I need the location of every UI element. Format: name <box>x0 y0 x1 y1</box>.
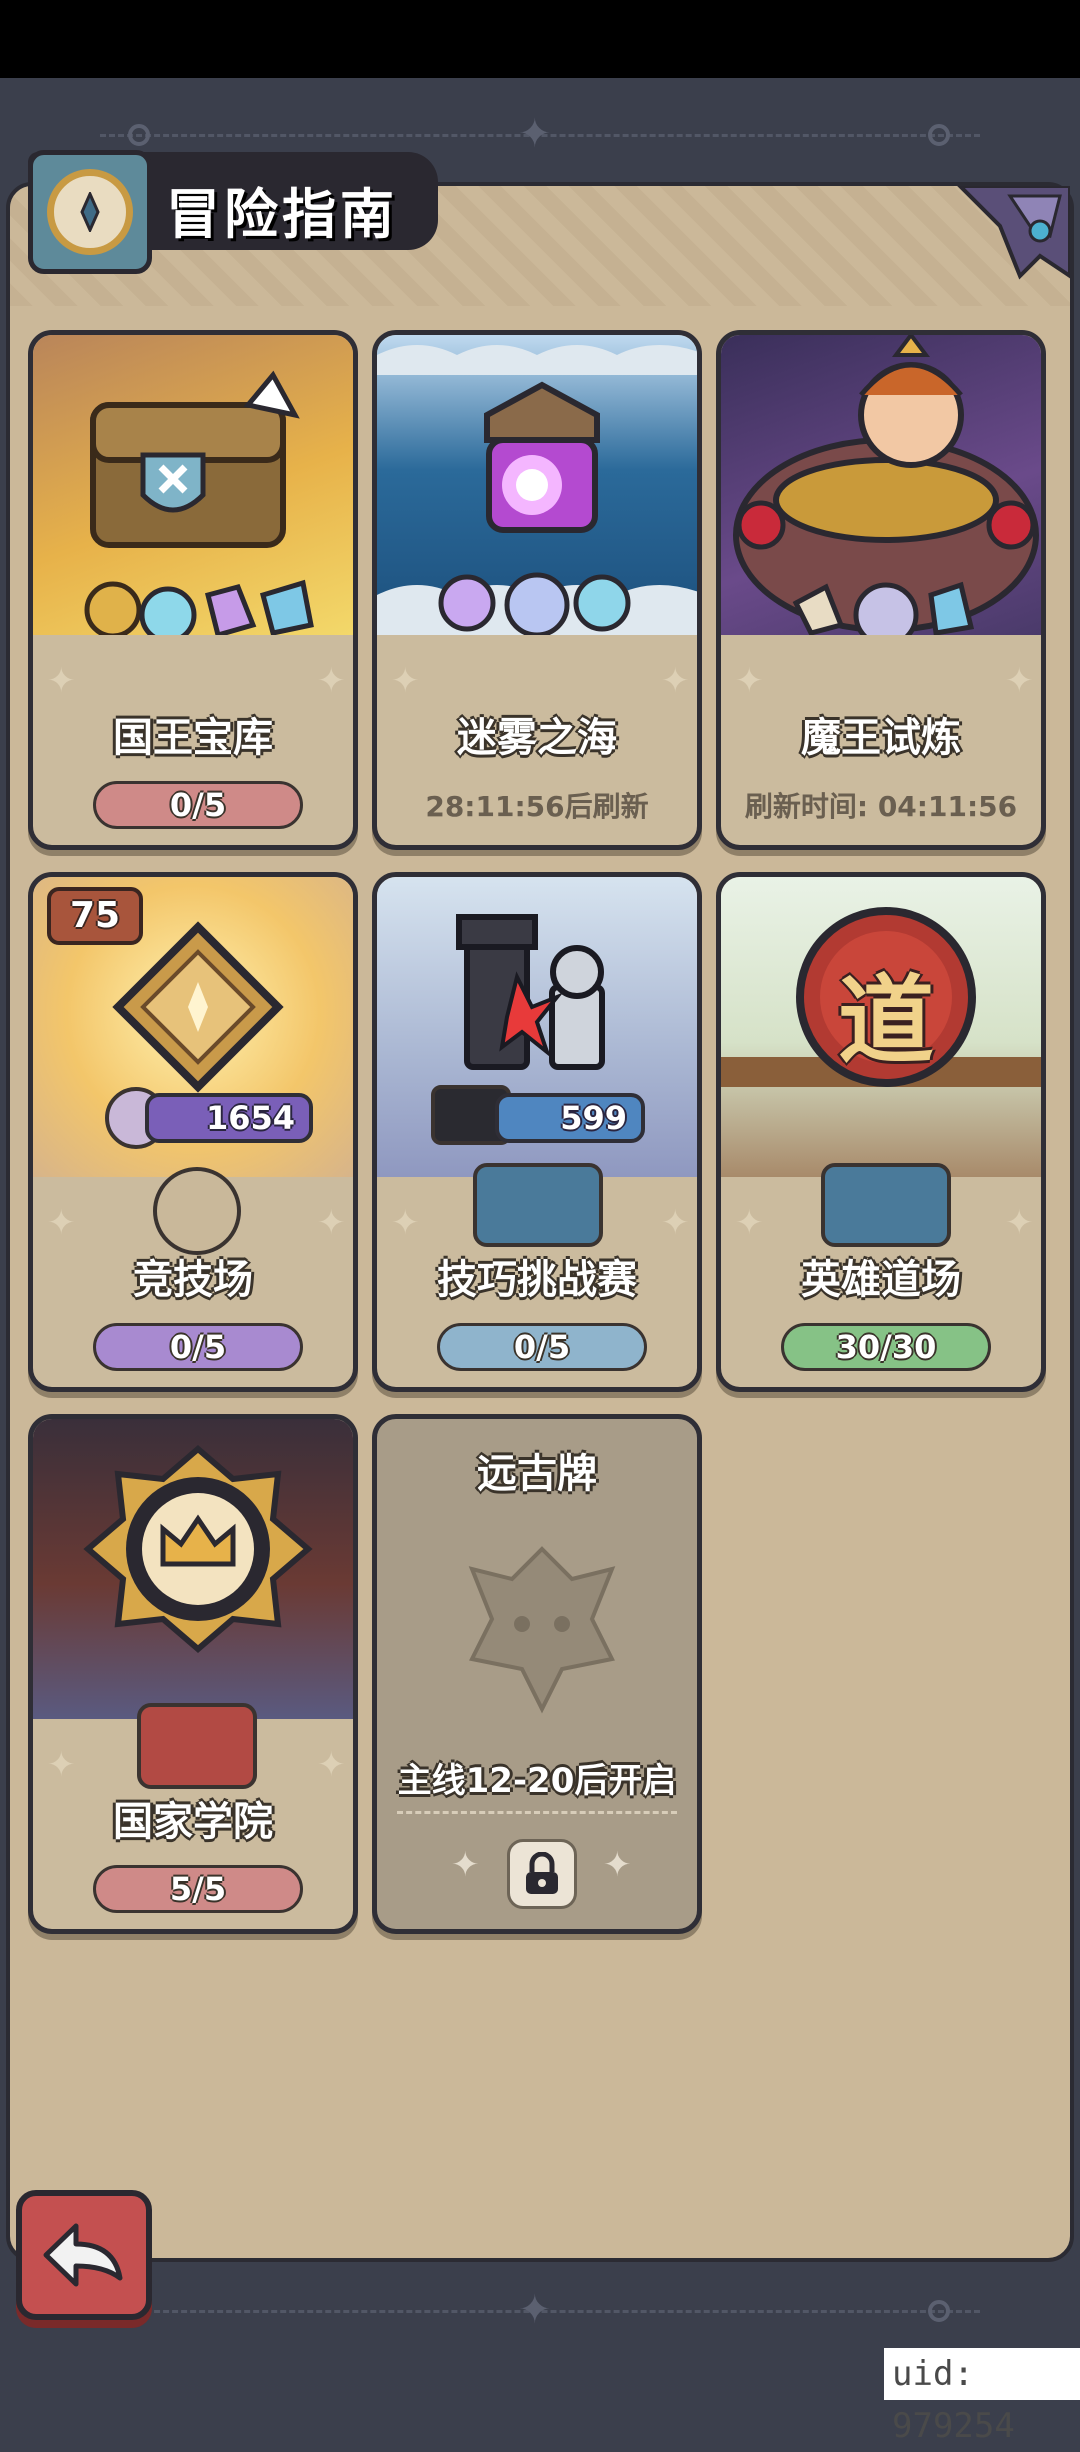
book-key-icon <box>137 1703 257 1789</box>
sparkle-icon: ✦ <box>317 1203 346 1243</box>
compass-icon <box>28 150 152 274</box>
decor-dot-icon <box>928 124 950 146</box>
refresh-timer: 28:11:56后刷新 <box>425 790 649 823</box>
card-hero-dojo[interactable]: 道 ✦ ✦ 英雄道场 30/30 <box>716 872 1046 1392</box>
card-title: 国家学院 <box>113 1799 273 1845</box>
back-arrow-icon <box>43 2223 123 2287</box>
card-skill-challenge[interactable]: 599 ✦ ✦ 技巧挑战赛 0/5 <box>372 872 702 1392</box>
card-art <box>33 1419 353 1719</box>
sparkle-icon: ✦ <box>735 1203 764 1243</box>
sparkle-icon: ✦ <box>661 1203 690 1243</box>
card-title: 竞技场 <box>133 1257 253 1303</box>
sparkle-icon: ✦ <box>47 1203 76 1243</box>
card-demon-trial[interactable]: ✦ ✦ 魔王试炼 刷新时间: 04:11:56 <box>716 330 1046 850</box>
decor-dot-icon <box>128 124 150 146</box>
academy-crest-icon <box>83 1445 313 1653</box>
lock-icon <box>507 1839 577 1909</box>
progress-pill: 30/30 <box>781 1323 991 1371</box>
sparkle-icon: ✦ <box>451 1845 480 1885</box>
page-title: 冒险指南 <box>166 183 398 246</box>
sparkle-icon: ✦ <box>735 661 764 701</box>
sparkle-icon: ✦ <box>391 1203 420 1243</box>
card-title: 技巧挑战赛 <box>437 1257 637 1303</box>
card-title: 国王宝库 <box>113 715 273 761</box>
decor-dot-icon <box>928 2300 950 2322</box>
card-ancient-cards-locked[interactable]: 远古牌 主线12-20后开启 ✦ ✦ <box>372 1414 702 1934</box>
chest-potion-icon <box>473 1163 603 1247</box>
refresh-time-label: 刷新时间: 04:11:56 <box>744 790 1018 823</box>
crossed-swords-icon <box>153 1167 241 1255</box>
wolf-emblem-icon <box>468 1546 616 1714</box>
card-misty-sea[interactable]: ✦ ✦ 迷雾之海 28:11:56后刷新 <box>372 330 702 850</box>
progress-pill: 0/5 <box>93 1323 303 1371</box>
sparkle-icon: ✦ <box>1005 1203 1034 1243</box>
card-title: 远古牌 <box>477 1451 597 1497</box>
decor-star-icon: ✦ <box>518 2287 552 2333</box>
level-badge: 75 <box>47 887 143 945</box>
divider <box>397 1811 677 1814</box>
sparkle-icon: ✦ <box>661 661 690 701</box>
progress-pill: 0/5 <box>93 781 303 829</box>
lantern-orb-icon <box>377 345 697 638</box>
chest-key-icon <box>821 1163 951 1247</box>
card-title: 魔王试炼 <box>801 715 961 761</box>
treasure-chest-icon <box>84 370 314 644</box>
card-art <box>721 335 1041 648</box>
card-art: 道 <box>721 877 1041 1177</box>
sparkle-icon: ✦ <box>47 1745 76 1785</box>
demon-king-icon <box>733 335 1039 648</box>
sparkle-icon: ✦ <box>391 661 420 701</box>
progress-pill: 5/5 <box>93 1865 303 1913</box>
unlock-condition: 主线12-20后开启 <box>397 1761 677 1801</box>
sparkle-icon: ✦ <box>603 1845 632 1885</box>
sparkle-icon: ✦ <box>317 661 346 701</box>
uid-label: uid: 979254 <box>884 2348 1080 2446</box>
card-title: 迷雾之海 <box>457 715 617 761</box>
back-button[interactable] <box>16 2190 152 2320</box>
dojo-character: 道 <box>838 965 934 1077</box>
sparkle-icon: ✦ <box>317 1745 346 1785</box>
skill-score: 599 <box>495 1093 645 1143</box>
sparkle-icon: ✦ <box>1005 661 1034 701</box>
sparkle-icon: ✦ <box>47 661 76 701</box>
card-title: 英雄道场 <box>801 1257 961 1303</box>
card-king-treasury[interactable]: ✦ ✦ 国王宝库 0/5 <box>28 330 358 850</box>
card-art <box>33 335 353 644</box>
card-national-academy[interactable]: ✦ ✦ 国家学院 5/5 <box>28 1414 358 1934</box>
card-art <box>377 335 697 638</box>
progress-pill: 0/5 <box>437 1323 647 1371</box>
arena-score: 1654 <box>145 1093 313 1143</box>
decor-star-icon: ✦ <box>518 111 552 157</box>
corner-crystal-icon <box>957 186 1070 280</box>
card-arena[interactable]: 75 1654 ✦ ✦ 竞技场 0/5 <box>28 872 358 1392</box>
status-bar <box>0 0 1080 78</box>
